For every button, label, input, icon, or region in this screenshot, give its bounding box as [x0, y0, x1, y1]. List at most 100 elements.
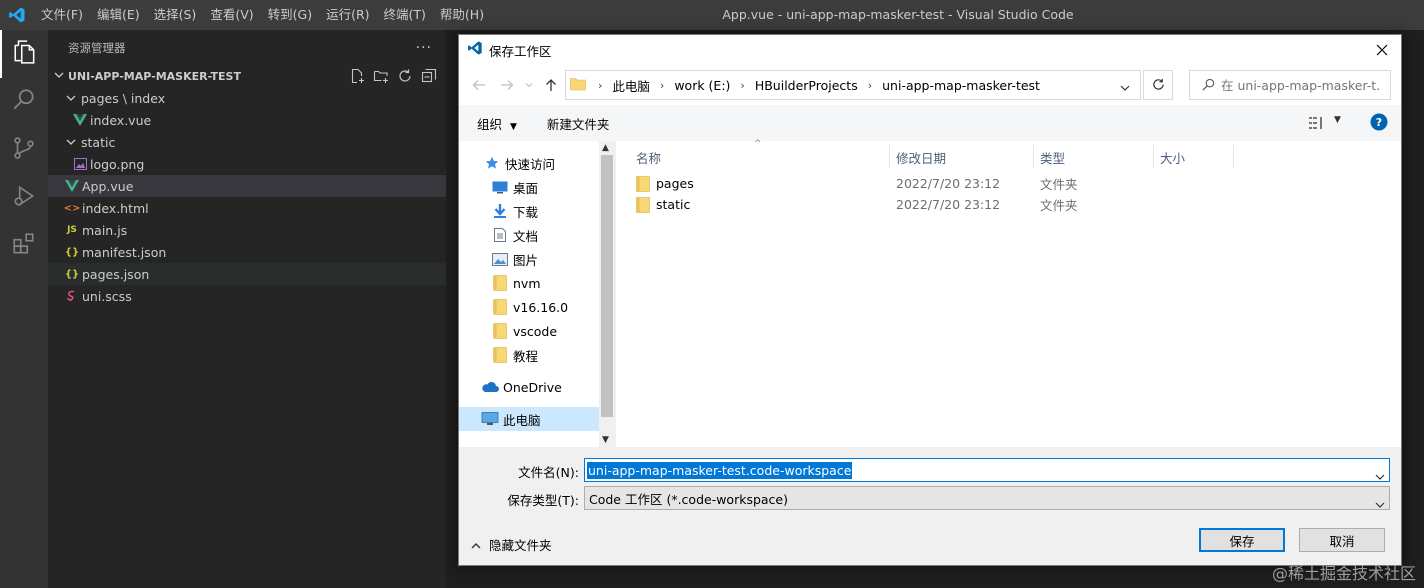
view-dropdown-icon[interactable]: ▼ [1334, 115, 1341, 125]
nav-vscode[interactable]: vscode [459, 319, 615, 343]
git-branch-icon [11, 135, 37, 165]
tree-file-logo-png[interactable]: logo.png [48, 153, 446, 175]
chevron-down-icon[interactable] [1375, 493, 1385, 512]
explorer-sidebar: 资源管理器 ··· UNI-APP-MAP-MASKER-TEST pages … [48, 30, 446, 588]
nav-documents[interactable]: 文档 [459, 223, 615, 247]
column-size[interactable]: 大小 [1154, 145, 1234, 169]
view-options-icon[interactable] [1309, 115, 1327, 134]
nav-pictures[interactable]: 图片 [459, 247, 615, 271]
tree-file-manifest-json[interactable]: {} manifest.json [48, 241, 446, 263]
forward-arrow-icon[interactable] [497, 75, 517, 95]
back-arrow-icon[interactable] [469, 75, 489, 95]
refresh-icon[interactable] [396, 67, 414, 85]
filename-field[interactable]: uni-app-map-masker-test.code-workspace [584, 458, 1390, 482]
hide-folders-toggle[interactable]: 隐藏文件夹 [471, 535, 552, 554]
refresh-button[interactable] [1143, 70, 1173, 100]
folder-icon [570, 76, 586, 95]
nav-downloads[interactable]: 下载 [459, 199, 615, 223]
recent-locations-chevron-icon[interactable] [519, 75, 539, 95]
save-button[interactable]: 保存 [1199, 528, 1285, 552]
tree-file-uni-scss[interactable]: uni.scss [48, 285, 446, 307]
menu-run[interactable]: 运行(R) [319, 0, 376, 30]
chevron-down-icon[interactable] [1120, 76, 1130, 95]
javascript-icon: JS [67, 225, 77, 235]
up-arrow-icon[interactable] [541, 75, 561, 95]
breadcrumb-hbuilderprojects[interactable]: HBuilderProjects [751, 78, 862, 93]
menu-edit[interactable]: 编辑(E) [90, 0, 147, 30]
menu-go[interactable]: 转到(G) [261, 0, 319, 30]
folder-icon [491, 323, 509, 339]
nav-label: 下载 [513, 204, 539, 220]
menu-selection[interactable]: 选择(S) [147, 0, 204, 30]
new-folder-button[interactable]: 新建文件夹 [547, 114, 610, 133]
address-bar[interactable]: › 此电脑 › work (E:) › HBuilderProjects › u… [565, 70, 1141, 100]
search-input[interactable] [1221, 77, 1381, 93]
tree-folder-pages[interactable]: pages \ index [48, 87, 446, 109]
help-icon[interactable]: ? [1370, 113, 1388, 135]
filename-input[interactable]: uni-app-map-masker-test.code-workspace [587, 461, 853, 479]
column-type[interactable]: 类型 [1034, 145, 1154, 169]
nav-nvm[interactable]: nvm [459, 271, 615, 295]
column-name[interactable]: 名称 [630, 145, 890, 169]
menu-file[interactable]: 文件(F) [34, 0, 90, 30]
nav-quick-access[interactable]: 快速访问 [459, 151, 615, 175]
project-header[interactable]: UNI-APP-MAP-MASKER-TEST [48, 65, 446, 87]
organize-menu[interactable]: 组织 ▼ [477, 114, 517, 133]
tree-file-index-vue[interactable]: index.vue [48, 109, 446, 131]
file-type: 文件夹 [1040, 177, 1078, 192]
tree-file-index-html[interactable]: <> index.html [48, 197, 446, 219]
search-box[interactable] [1189, 70, 1391, 100]
json-icon: {} [64, 268, 80, 280]
nav-tutorial[interactable]: 教程 [459, 343, 615, 367]
more-actions-icon[interactable]: ··· [416, 40, 432, 56]
debug-icon [11, 183, 37, 213]
files-icon [12, 39, 38, 69]
nav-v16[interactable]: v16.16.0 [459, 295, 615, 319]
collapse-all-icon[interactable] [420, 67, 438, 85]
project-actions [348, 67, 446, 85]
nav-label: nvm [513, 275, 541, 291]
search-activity[interactable] [0, 78, 48, 126]
tree-label: manifest.json [82, 244, 167, 260]
nav-desktop[interactable]: 桌面 [459, 175, 615, 199]
file-row[interactable]: static 2022/7/20 23:12 文件夹 [636, 194, 1236, 215]
image-file-icon [72, 158, 88, 170]
filetype-select[interactable]: Code 工作区 (*.code-workspace) [584, 486, 1390, 510]
download-icon [491, 203, 509, 219]
navigation-scrollbar[interactable]: ▲ ▼ [599, 141, 615, 447]
organize-label: 组织 [477, 116, 503, 132]
run-debug-activity[interactable] [0, 174, 48, 222]
tree-file-pages-json[interactable]: {} pages.json [48, 263, 446, 285]
close-icon[interactable] [1367, 35, 1397, 65]
hide-folders-label: 隐藏文件夹 [489, 538, 552, 553]
cancel-button[interactable]: 取消 [1299, 528, 1385, 552]
nav-label: 文档 [513, 228, 539, 244]
explorer-activity[interactable] [0, 30, 48, 78]
extensions-activity[interactable] [0, 222, 48, 270]
vue-icon [64, 180, 80, 192]
source-control-activity[interactable] [0, 126, 48, 174]
nav-this-pc[interactable]: 此电脑 [459, 407, 599, 431]
chevron-down-icon[interactable] [1375, 465, 1385, 484]
file-row[interactable]: pages 2022/7/20 23:12 文件夹 [636, 173, 1236, 194]
filetype-value: Code 工作区 (*.code-workspace) [589, 491, 788, 507]
project-name: UNI-APP-MAP-MASKER-TEST [68, 69, 241, 83]
scroll-up-icon[interactable]: ▲ [602, 143, 609, 153]
breadcrumb-drive[interactable]: work (E:) [670, 78, 734, 93]
column-modified[interactable]: 修改日期 [890, 145, 1034, 169]
nav-onedrive[interactable]: OneDrive [459, 375, 615, 399]
breadcrumb-project[interactable]: uni-app-map-masker-test [878, 78, 1044, 93]
menu-view[interactable]: 查看(V) [203, 0, 260, 30]
tree-file-app-vue[interactable]: App.vue [48, 175, 446, 197]
tree-file-main-js[interactable]: JS main.js [48, 219, 446, 241]
tree-folder-static[interactable]: static [48, 131, 446, 153]
new-folder-icon[interactable] [372, 67, 390, 85]
scroll-down-icon[interactable]: ▼ [602, 435, 609, 445]
breadcrumb-separator-icon: › [867, 78, 873, 92]
menu-help[interactable]: 帮助(H) [433, 0, 491, 30]
breadcrumb-this-pc[interactable]: 此电脑 [608, 76, 654, 95]
nav-label: 教程 [513, 348, 539, 364]
scrollbar-thumb[interactable] [601, 155, 613, 417]
menu-terminal[interactable]: 终端(T) [377, 0, 433, 30]
new-file-icon[interactable] [348, 67, 366, 85]
